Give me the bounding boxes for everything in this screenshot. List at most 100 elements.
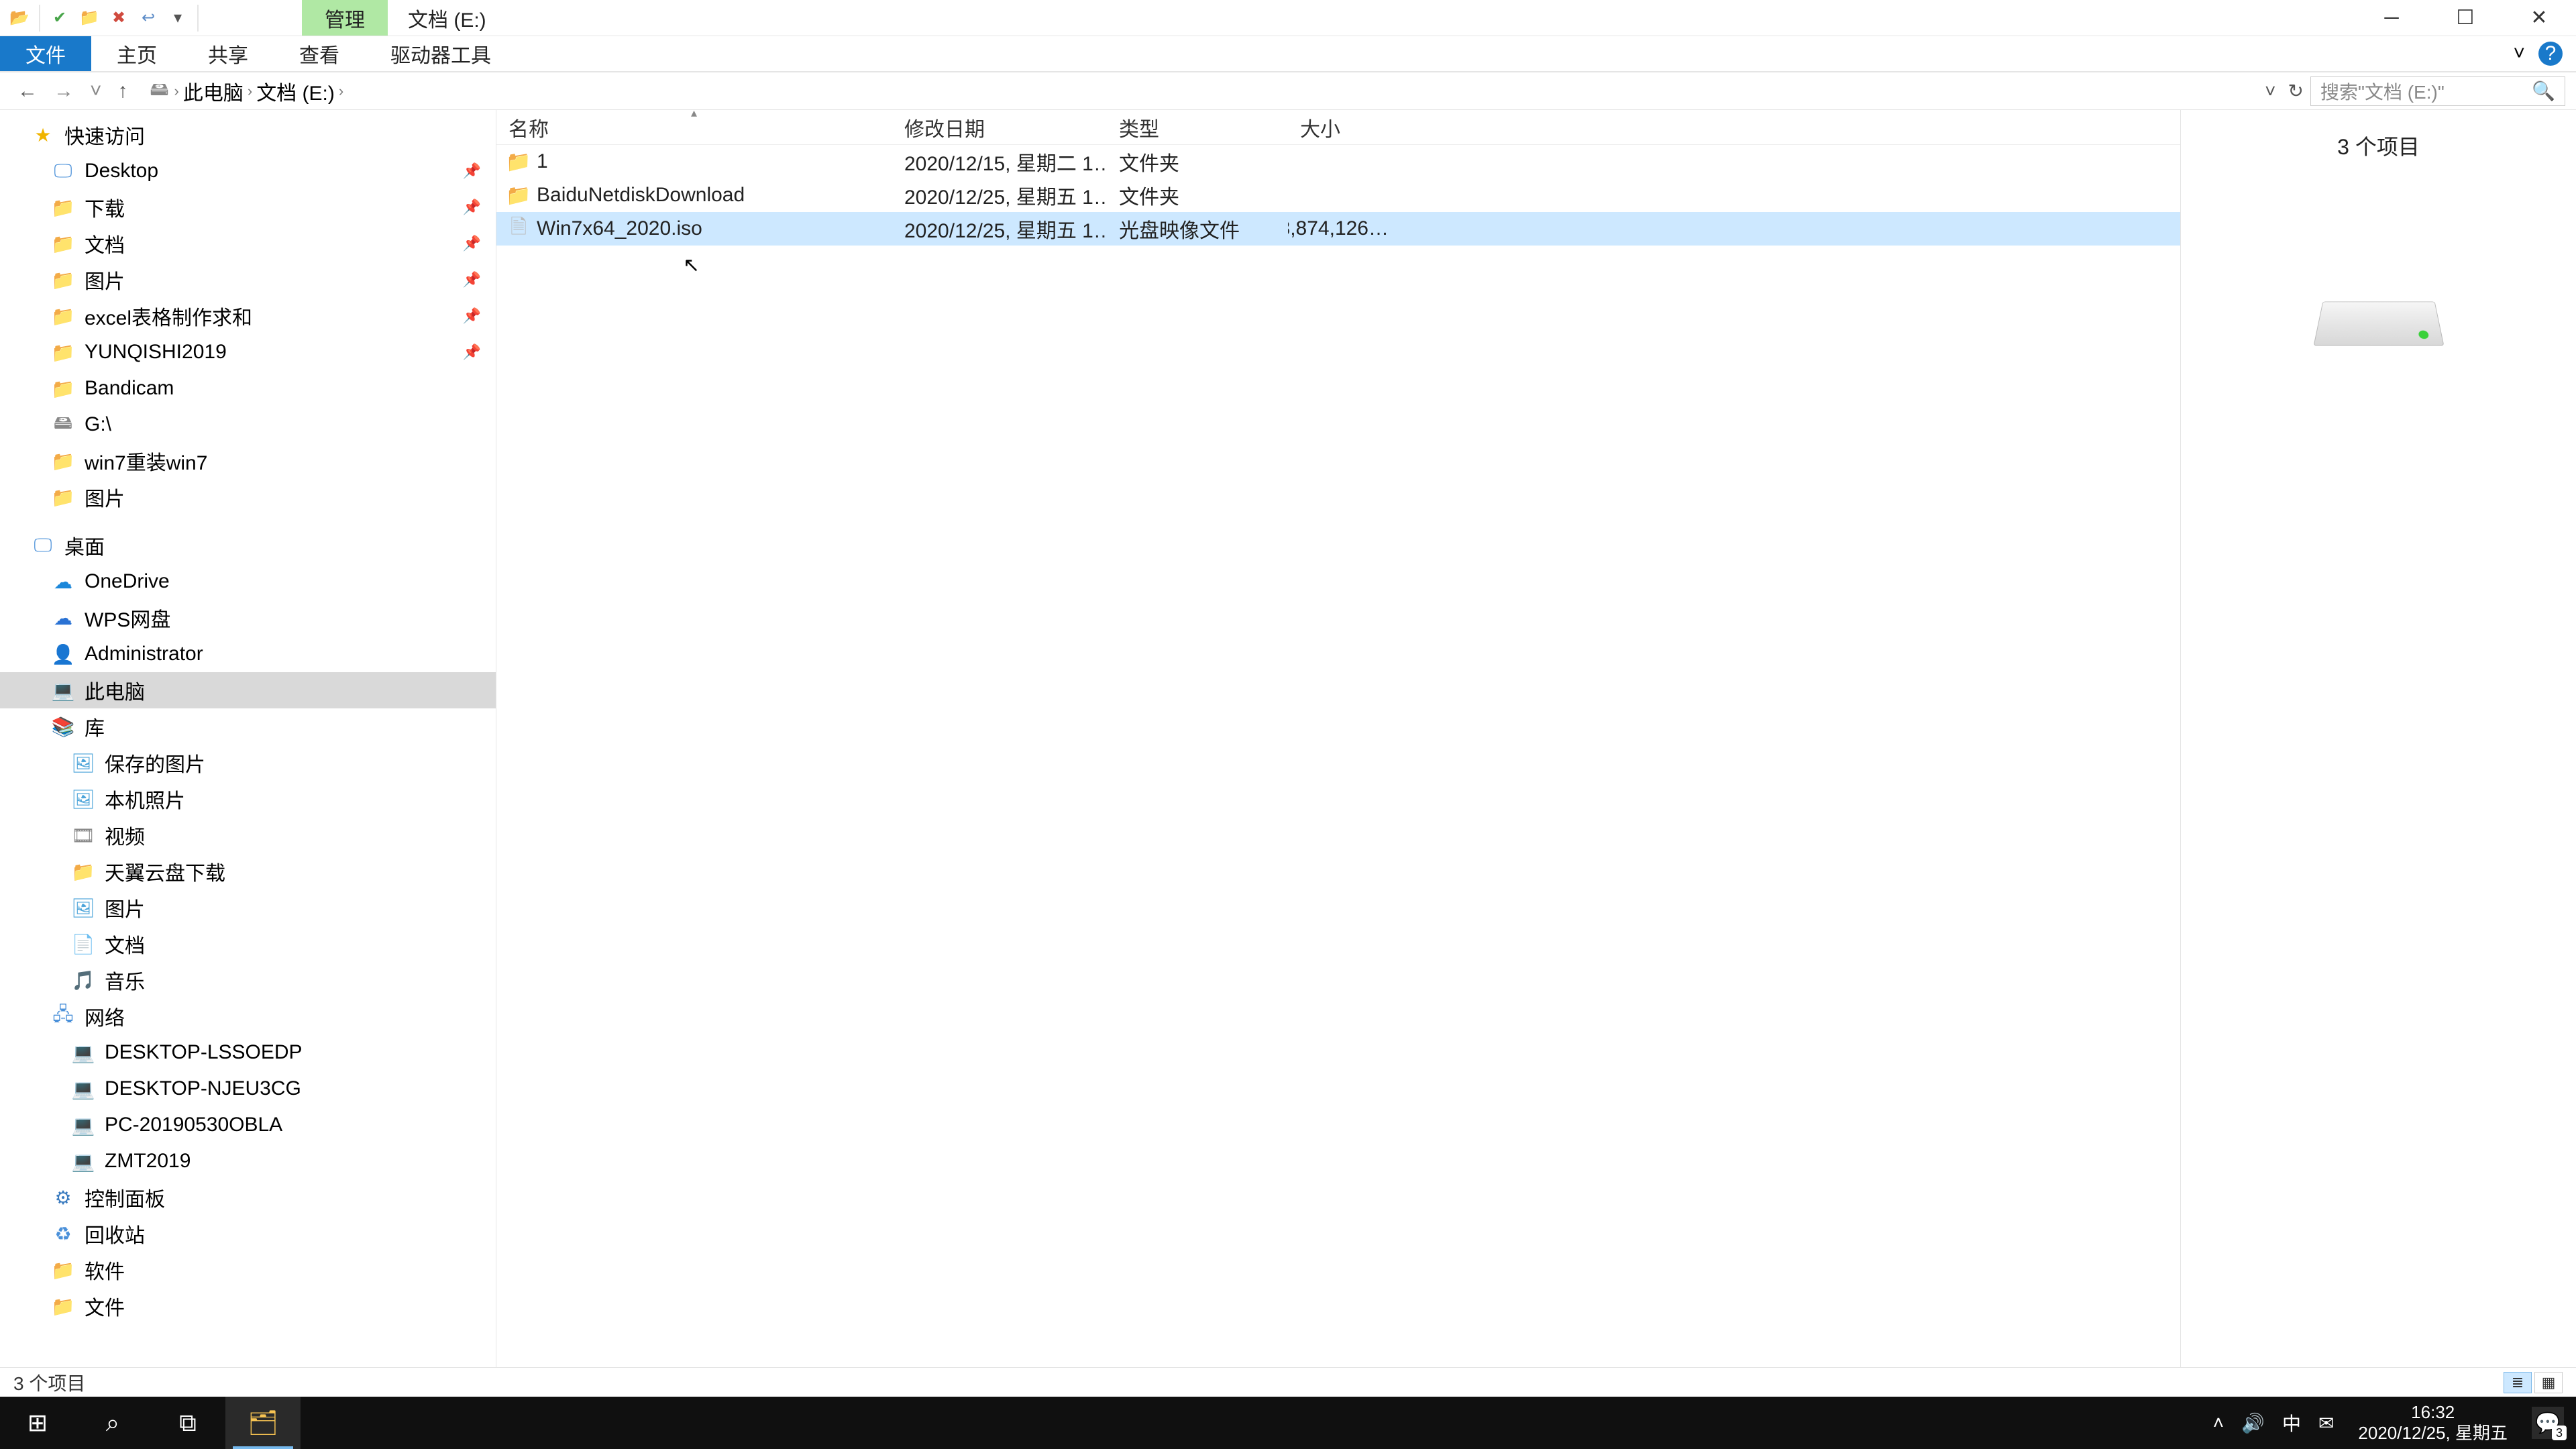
column-label: 大小 [1300, 113, 1340, 142]
chevron-right-icon[interactable]: › [174, 83, 179, 100]
ribbon-tab-share[interactable]: 共享 [182, 36, 274, 71]
qat-undo-icon[interactable]: ↩︎ [134, 4, 162, 32]
tree-qa-item[interactable]: win7重装win7 [0, 443, 496, 479]
column-header-size[interactable]: 大小 [1288, 110, 1395, 144]
tree-item[interactable]: OneDrive [0, 564, 496, 600]
minimize-button[interactable]: ─ [2355, 0, 2428, 36]
search-icon[interactable] [2532, 80, 2555, 102]
ribbon-tab-home[interactable]: 主页 [91, 36, 182, 71]
tree-qa-item[interactable]: 文档📌 [0, 225, 496, 262]
close-button[interactable]: ✕ [2502, 0, 2576, 36]
taskbar-explorer[interactable]: 🗂 [225, 1397, 301, 1449]
tree-item[interactable]: 控制面板 [0, 1179, 496, 1216]
tree-item[interactable]: Administrator [0, 636, 496, 672]
address-dropdown-icon[interactable]: ˅ [2265, 80, 2275, 102]
folder-icon [52, 233, 74, 254]
ribbon-tab-view[interactable]: 查看 [274, 36, 365, 71]
tree-label: 天翼云盘下载 [105, 857, 225, 886]
task-view-button[interactable]: ⧉ [150, 1397, 225, 1449]
taskbar-clock[interactable]: 16:32 2020/12/25, 星期五 [2351, 1402, 2514, 1444]
tray-volume-icon[interactable]: 🔊 [2241, 1412, 2265, 1434]
tree-qa-item[interactable]: excel表格制作求和📌 [0, 298, 496, 334]
tree-item[interactable]: DESKTOP-NJEU3CG [0, 1071, 496, 1107]
help-icon[interactable]: ? [2538, 42, 2563, 66]
folder-icon [52, 486, 74, 508]
tree-item[interactable]: 天翼云盘下载 [0, 853, 496, 890]
tree-item[interactable]: 回收站 [0, 1216, 496, 1252]
tray-mail-icon[interactable]: ✉ [2318, 1412, 2334, 1434]
column-header-name[interactable]: 名称 ▴ [496, 110, 892, 144]
folder-icon [508, 152, 529, 172]
tree-item[interactable]: 本机照片 [0, 781, 496, 817]
column-header-date[interactable]: 修改日期 [892, 110, 1107, 144]
tree-item[interactable]: 文档 [0, 926, 496, 962]
tree-libraries[interactable]: 库 [0, 708, 496, 745]
tree-qa-item[interactable]: G:\ [0, 407, 496, 443]
tree-label: ZMT2019 [105, 1150, 191, 1173]
pc-icon [52, 680, 74, 701]
file-row[interactable]: 1 2020/12/15, 星期二 1… 文件夹 [496, 145, 2180, 178]
breadcrumb-this-pc[interactable]: 此电脑 [183, 76, 244, 106]
star-icon [32, 124, 54, 146]
tree-network[interactable]: 网络 [0, 998, 496, 1034]
tree-item[interactable]: 音乐 [0, 962, 496, 998]
tree-qa-item[interactable]: Desktop📌 [0, 153, 496, 189]
chevron-right-icon[interactable]: › [339, 83, 343, 100]
breadcrumb-bar[interactable]: › 此电脑 › 文档 (E:) › [142, 76, 2259, 106]
file-name: Win7x64_2020.iso [537, 217, 702, 240]
nav-up-button[interactable]: ↑ [118, 80, 128, 103]
chevron-right-icon[interactable]: › [248, 83, 252, 100]
tree-item[interactable]: 软件 [0, 1252, 496, 1288]
tree-qa-item[interactable]: 下载📌 [0, 189, 496, 225]
view-large-icons-button[interactable]: ▦ [2534, 1372, 2563, 1393]
tray-overflow-icon[interactable]: ˄ [2213, 1412, 2224, 1434]
qat-properties-icon[interactable]: ✔ [46, 4, 74, 32]
ribbon-tab-file[interactable]: 文件 [0, 36, 91, 71]
column-header-type[interactable]: 类型 [1107, 110, 1288, 144]
qat-new-folder-icon[interactable]: 📁 [75, 4, 103, 32]
tree-item[interactable]: PC-20190530OBLA [0, 1107, 496, 1143]
taskbar-search[interactable]: ⌕ [75, 1397, 150, 1449]
tree-label: 桌面 [64, 531, 105, 560]
tree-item[interactable]: WPS网盘 [0, 600, 496, 636]
tray-ime-indicator[interactable]: 中 [2282, 1409, 2301, 1436]
column-label: 修改日期 [904, 113, 985, 142]
breadcrumb-current[interactable]: 文档 (E:) [256, 76, 335, 106]
qat-app-icon[interactable]: 📂 [5, 4, 34, 32]
tree-item[interactable]: 保存的图片 [0, 745, 496, 781]
nav-back-button[interactable]: ← [17, 80, 38, 103]
tree-quick-access[interactable]: 快速访问 [0, 117, 496, 153]
action-center-button[interactable]: 💬3 [2532, 1407, 2564, 1439]
tree-desktop[interactable]: 桌面 [0, 527, 496, 564]
tree-this-pc[interactable]: 此电脑 [0, 672, 496, 708]
ribbon-expand-icon[interactable]: ˅ [2513, 42, 2525, 65]
file-row[interactable]: BaiduNetdiskDownload 2020/12/25, 星期五 1… … [496, 178, 2180, 212]
start-button[interactable]: ⊞ [0, 1397, 75, 1449]
tree-qa-item[interactable]: 图片📌 [0, 262, 496, 298]
view-details-button[interactable]: ≣ [2504, 1372, 2532, 1393]
recycle-bin-icon [52, 1223, 74, 1244]
sort-ascending-icon: ▴ [691, 106, 697, 120]
qat-customize-icon[interactable]: ▾ [164, 4, 192, 32]
file-list-pane: 名称 ▴ 修改日期 类型 大小 1 2020/12/15, 星期二 1… 文件夹… [496, 110, 2180, 1367]
tree-item[interactable]: 视频 [0, 817, 496, 853]
file-row[interactable]: Win7x64_2020.iso 2020/12/25, 星期五 1… 光盘映像… [496, 212, 2180, 246]
ribbon-tab-drive-tools[interactable]: 驱动器工具 [365, 36, 517, 71]
tree-item[interactable]: ZMT2019 [0, 1143, 496, 1179]
search-input[interactable]: 搜索"文档 (E:)" [2310, 76, 2565, 106]
tree-item[interactable]: 图片 [0, 890, 496, 926]
pin-icon: 📌 [463, 271, 481, 288]
nav-forward-button[interactable]: → [54, 80, 74, 103]
qat-delete-icon[interactable]: ✖ [105, 4, 133, 32]
tree-qa-item[interactable]: YUNQISHI2019📌 [0, 334, 496, 370]
tree-qa-item[interactable]: Bandicam [0, 370, 496, 407]
tree-qa-item[interactable]: 图片 [0, 479, 496, 515]
tree-item[interactable]: DESKTOP-LSSOEDP [0, 1034, 496, 1071]
maximize-button[interactable]: ☐ [2428, 0, 2502, 36]
refresh-icon[interactable] [2288, 80, 2304, 102]
nav-recent-button[interactable]: ˅ [90, 80, 102, 103]
navigation-tree[interactable]: 快速访问 Desktop📌 下载📌 文档📌 图片📌 excel表格制作求和📌 Y… [0, 110, 496, 1367]
preview-pane: 3 个项目 [2180, 110, 2576, 1367]
tree-item[interactable]: 文件 [0, 1288, 496, 1324]
pc-icon [72, 1150, 94, 1172]
